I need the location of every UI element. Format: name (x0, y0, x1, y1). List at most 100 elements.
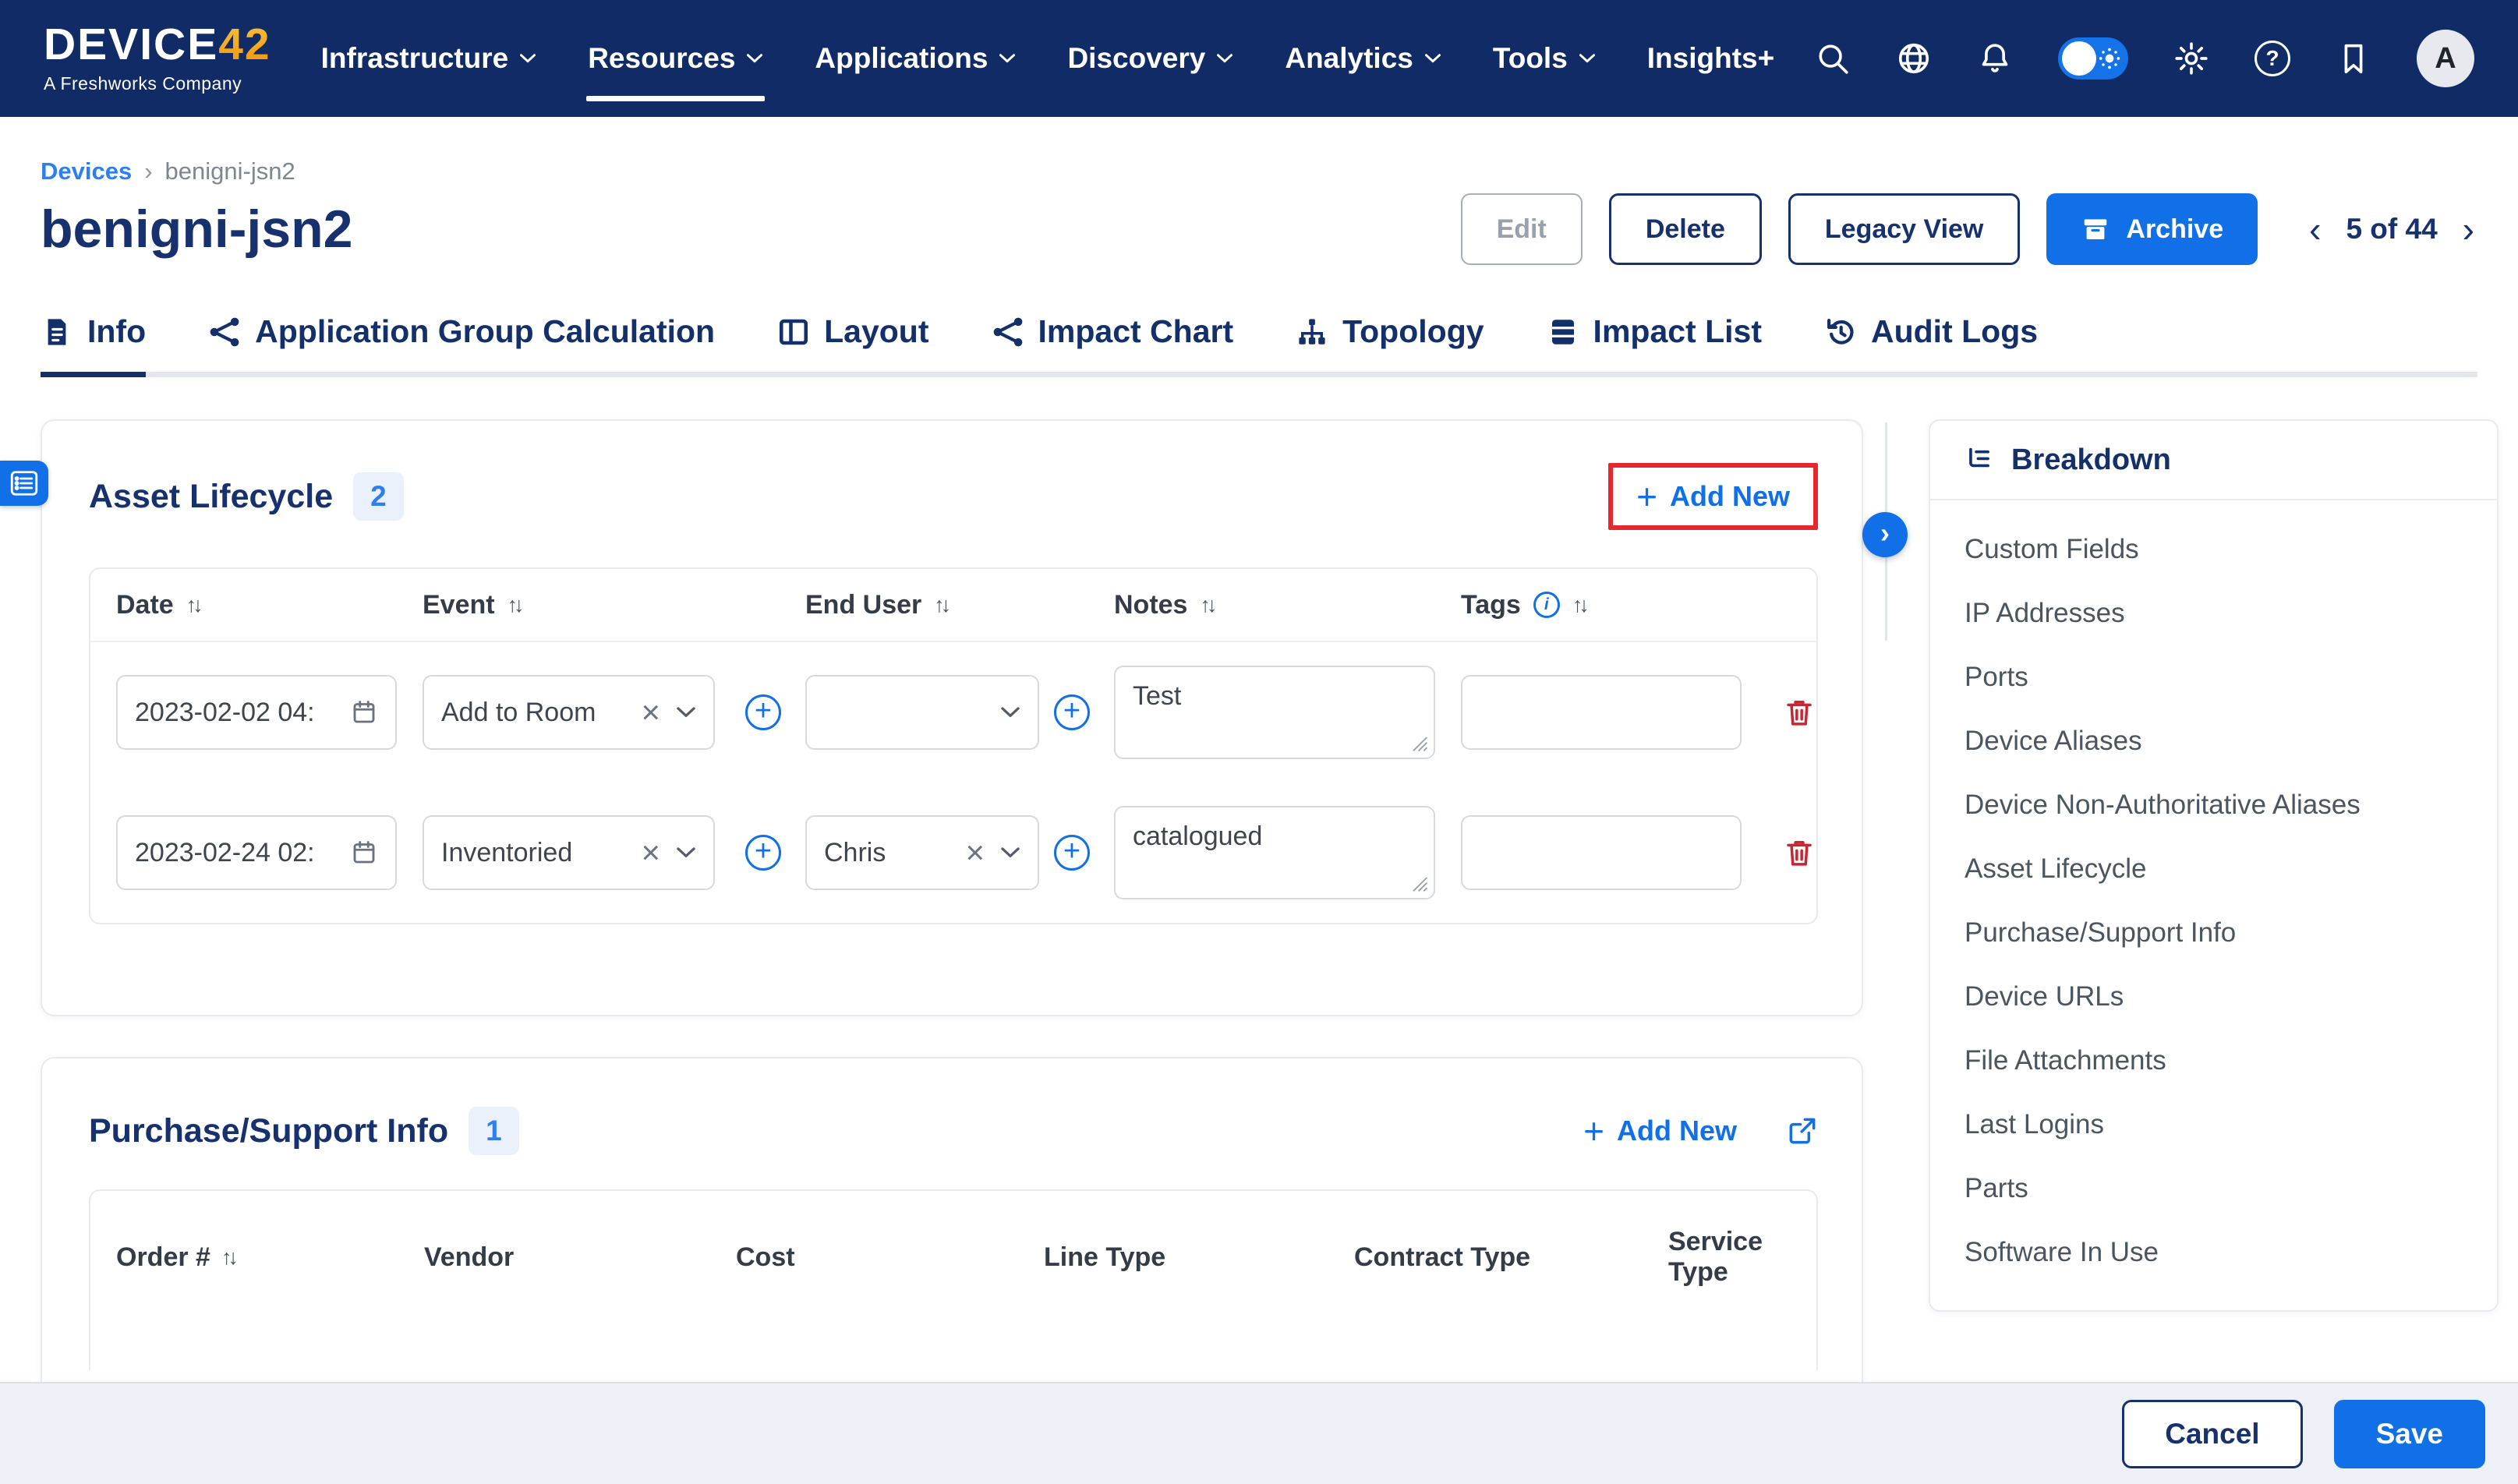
breakdown-item-device-urls[interactable]: Device URLs (1930, 965, 2497, 1029)
chevron-down-icon[interactable] (676, 706, 696, 719)
event-select[interactable]: Add to Room × (423, 675, 715, 750)
sort-icon[interactable]: ↑↓ (1200, 593, 1213, 617)
list-icon (10, 470, 38, 496)
chevron-down-icon[interactable] (1000, 706, 1020, 719)
plus-icon: + (1583, 1113, 1604, 1149)
menu-discovery[interactable]: Discovery (1067, 36, 1233, 81)
menu-analytics[interactable]: Analytics (1285, 36, 1441, 81)
breakdown-item-device-non-authoritative-aliases[interactable]: Device Non-Authoritative Aliases (1930, 773, 2497, 837)
breakdown-item-asset-lifecycle[interactable]: Asset Lifecycle (1930, 837, 2497, 901)
annotation-highlight-box: + Add New (1608, 463, 1818, 530)
breakdown-item-last-logins[interactable]: Last Logins (1930, 1093, 2497, 1157)
tab-info[interactable]: Info (41, 313, 146, 372)
user-avatar[interactable]: A (2417, 30, 2474, 87)
add-end-user-button[interactable]: + (1054, 835, 1090, 871)
cancel-button[interactable]: Cancel (2122, 1400, 2302, 1468)
column-header-notes: Notes ↑↓ (1114, 590, 1435, 620)
menu-resources[interactable]: Resources (588, 36, 763, 81)
column-header-order-number: Order # ↑↓ (116, 1242, 424, 1273)
breakdown-item-parts[interactable]: Parts (1930, 1157, 2497, 1221)
end-user-select[interactable]: Chris × (805, 815, 1039, 890)
event-select[interactable]: Inventoried × (423, 815, 715, 890)
breakdown-item-file-attachments[interactable]: File Attachments (1930, 1029, 2497, 1093)
tab-topology[interactable]: Topology (1296, 313, 1484, 372)
column-header-service-type: Service Type (1668, 1227, 1804, 1288)
edit-button[interactable]: Edit (1461, 193, 1583, 265)
clear-icon[interactable]: × (965, 836, 985, 869)
sort-icon[interactable]: ↑↓ (221, 1246, 235, 1270)
add-end-user-button[interactable]: + (1054, 694, 1090, 730)
record-pager: ‹ 5 of 44 › (2306, 211, 2477, 247)
date-field[interactable]: 2023-02-24 02: (116, 815, 397, 890)
tab-impact-chart[interactable]: Impact Chart (992, 313, 1234, 372)
page-title: benigni-jsn2 (41, 200, 352, 259)
clear-icon[interactable]: × (641, 696, 660, 729)
breakdown-item-purchase-support-info[interactable]: Purchase/Support Info (1930, 901, 2497, 965)
notes-textarea[interactable]: Test (1114, 666, 1435, 759)
chevron-down-icon[interactable] (1000, 846, 1020, 859)
settings-gear-icon[interactable] (2173, 41, 2209, 76)
breakdown-header: Breakdown (1930, 421, 2497, 500)
chevron-down-icon[interactable] (676, 846, 696, 859)
menu-insights-plus[interactable]: Insights+ (1647, 36, 1774, 81)
add-event-button[interactable]: + (745, 835, 781, 871)
resize-handle-icon[interactable] (1410, 734, 1429, 753)
delete-button[interactable]: Delete (1609, 193, 1762, 265)
help-icon[interactable]: ? (2255, 41, 2290, 76)
calendar-icon[interactable] (350, 839, 378, 867)
delete-row-trash-icon[interactable] (1783, 836, 1816, 869)
clock-history-icon (1824, 316, 1857, 348)
side-panel-toggle-tab[interactable] (0, 461, 48, 506)
tags-input[interactable] (1461, 675, 1742, 750)
asset-lifecycle-table: Date ↑↓ Event ↑↓ End User ↑↓ (89, 567, 1818, 924)
tab-audit-logs[interactable]: Audit Logs (1824, 313, 2038, 372)
notifications-bell-icon[interactable] (1977, 41, 2013, 76)
breadcrumb-devices-link[interactable]: Devices (41, 157, 132, 186)
sort-icon[interactable]: ↑↓ (507, 593, 521, 617)
chevron-down-icon (746, 53, 763, 64)
bookmark-icon[interactable] (2336, 41, 2371, 76)
theme-toggle[interactable] (2058, 37, 2128, 80)
clear-icon[interactable]: × (641, 836, 660, 869)
save-button[interactable]: Save (2334, 1400, 2485, 1468)
sort-icon[interactable]: ↑↓ (1572, 593, 1586, 617)
date-field[interactable]: 2023-02-02 04: (116, 675, 397, 750)
sort-icon[interactable]: ↑↓ (186, 593, 200, 617)
column-header-line-type: Line Type (1044, 1242, 1354, 1273)
globe-icon[interactable] (1896, 41, 1932, 76)
breakdown-sidebar: › Breakdown Custom Fields IP Address (1929, 419, 2499, 1312)
legacy-view-button[interactable]: Legacy View (1788, 193, 2021, 265)
menu-applications[interactable]: Applications (815, 36, 1016, 81)
search-icon[interactable] (1815, 41, 1851, 76)
tab-impact-list[interactable]: Impact List (1547, 313, 1762, 372)
archive-button[interactable]: Archive (2046, 193, 2258, 265)
breakdown-item-ports[interactable]: Ports (1930, 645, 2497, 709)
sort-icon[interactable]: ↑↓ (934, 593, 947, 617)
logo-tagline: A Freshworks Company (44, 73, 271, 94)
add-event-button[interactable]: + (745, 694, 781, 730)
purchase-support-add-new-button[interactable]: + Add New (1583, 1113, 1737, 1149)
delete-row-trash-icon[interactable] (1783, 696, 1816, 729)
end-user-select[interactable] (805, 675, 1039, 750)
column-header-contract-type: Contract Type (1354, 1242, 1668, 1273)
external-link-icon[interactable] (1787, 1115, 1818, 1147)
tab-application-group-calculation[interactable]: Application Group Calculation (208, 313, 715, 372)
sidebar-collapse-button[interactable]: › (1862, 512, 1908, 557)
calendar-icon[interactable] (350, 698, 378, 726)
menu-tools[interactable]: Tools (1493, 36, 1596, 81)
tags-input[interactable] (1461, 815, 1742, 890)
breakdown-item-software-in-use[interactable]: Software In Use (1930, 1221, 2497, 1284)
info-icon[interactable]: i (1533, 592, 1560, 618)
asset-lifecycle-add-new-button[interactable]: + Add New (1636, 479, 1790, 514)
tab-layout[interactable]: Layout (777, 313, 928, 372)
breakdown-item-ip-addresses[interactable]: IP Addresses (1930, 581, 2497, 645)
breakdown-item-custom-fields[interactable]: Custom Fields (1930, 518, 2497, 581)
asset-lifecycle-section: Asset Lifecycle 2 + Add New Date (41, 419, 1863, 1016)
resize-handle-icon[interactable] (1410, 874, 1429, 893)
notes-textarea[interactable]: catalogued (1114, 806, 1435, 899)
device42-logo[interactable]: DEVICE42 A Freshworks Company (44, 23, 271, 94)
breakdown-item-device-aliases[interactable]: Device Aliases (1930, 709, 2497, 773)
menu-infrastructure[interactable]: Infrastructure (321, 36, 537, 81)
pager-next-icon[interactable]: › (2460, 211, 2477, 247)
pager-previous-icon[interactable]: ‹ (2306, 211, 2324, 247)
